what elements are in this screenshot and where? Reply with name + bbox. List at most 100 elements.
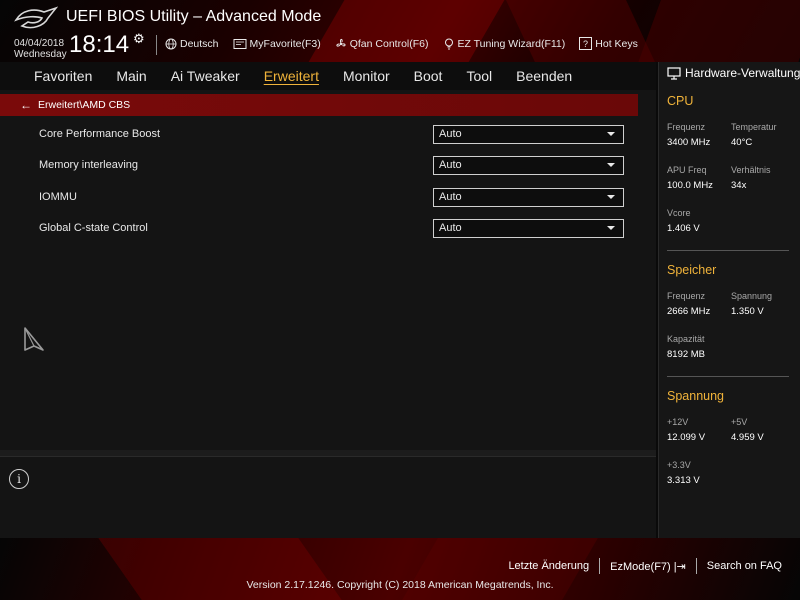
apu-freq-label: APU Freq	[667, 165, 707, 175]
myfavorite-label: MyFavorite(F3)	[249, 37, 321, 50]
fan-icon	[336, 38, 346, 47]
sidebar-divider	[667, 250, 789, 251]
help-icon: ?	[579, 37, 593, 50]
setting-label: IOMMU	[39, 191, 77, 203]
hot-keys-button[interactable]: ? Hot Keys	[579, 37, 638, 50]
vcore-label: Vcore	[667, 208, 691, 218]
iommu-select[interactable]: Auto	[433, 187, 624, 207]
setting-label: Global C-state Control	[39, 222, 148, 234]
qfan-label: Qfan Control(F6)	[349, 37, 429, 50]
memory-capacity-label: Kapazität	[667, 334, 705, 344]
setting-row-iommu: IOMMU Auto	[39, 187, 624, 207]
hardware-monitor-sidebar: Hardware-Verwaltung CPU Frequenz Tempera…	[658, 62, 800, 538]
v5-label: +5V	[731, 417, 748, 427]
svg-text:?: ?	[583, 39, 588, 49]
weekday-text: Wednesday	[14, 49, 67, 60]
cpu-temperature-value: 40°C	[731, 137, 753, 148]
setting-label: Core Performance Boost	[39, 128, 161, 140]
select-value: Auto	[439, 128, 462, 140]
memory-frequency-value: 2666 MHz	[667, 306, 711, 317]
language-label: Deutsch	[180, 37, 219, 50]
ez-tuning-label: EZ Tuning Wizard(F11)	[457, 37, 566, 50]
breadcrumb[interactable]: ← Erweitert\AMD CBS	[0, 94, 638, 116]
ez-tuning-wizard-button[interactable]: EZ Tuning Wizard(F11)	[443, 37, 566, 50]
core-performance-boost-select[interactable]: Auto	[433, 124, 624, 144]
dropdown-caret-icon	[607, 132, 615, 136]
header-divider	[156, 35, 157, 55]
exit-arrow-icon: |⇥	[673, 560, 686, 573]
date-text: 04/04/2018	[14, 38, 65, 49]
dropdown-caret-icon	[607, 226, 615, 230]
date-display: 04/04/2018 Wednesday	[14, 38, 67, 60]
qfan-control-button[interactable]: Qfan Control(F6)	[335, 37, 429, 50]
tab-monitor[interactable]: Monitor	[343, 68, 390, 84]
setting-label: Memory interleaving	[39, 159, 139, 171]
main-menu: Favoriten Main Ai Tweaker Erweitert Moni…	[0, 62, 656, 90]
help-panel: i	[0, 456, 656, 538]
header-toolbar: Deutsch MyFavorite(F3) Qfan Control(F6) …	[165, 37, 638, 50]
setting-row-core-performance-boost: Core Performance Boost Auto	[39, 124, 624, 144]
cpu-heading: CPU	[667, 94, 694, 108]
v5-value: 4.959 V	[731, 432, 764, 443]
version-text: Version 2.17.1246. Copyright (C) 2018 Am…	[246, 579, 554, 591]
setting-row-global-c-state-control: Global C-state Control Auto	[39, 218, 624, 238]
global-c-state-control-select[interactable]: Auto	[433, 218, 624, 238]
vcore-value: 1.406 V	[667, 223, 700, 234]
select-value: Auto	[439, 222, 462, 234]
mouse-cursor-icon	[24, 327, 44, 351]
select-value: Auto	[439, 191, 462, 203]
clock-settings-gear-icon[interactable]: ⚙	[133, 32, 145, 47]
hardware-monitor-label: Hardware-Verwaltung	[685, 66, 800, 80]
favorite-icon	[233, 38, 247, 49]
tab-erweitert[interactable]: Erweitert	[264, 68, 319, 84]
search-faq-button[interactable]: Search on FAQ	[697, 560, 792, 572]
back-arrow-icon[interactable]: ←	[20, 98, 32, 112]
globe-icon	[165, 38, 177, 49]
voltage-heading: Spannung	[667, 389, 725, 403]
memory-capacity-value: 8192 MB	[667, 349, 706, 360]
tab-tool[interactable]: Tool	[466, 68, 492, 84]
ezmode-label: EzMode(F7)	[610, 560, 671, 573]
dropdown-caret-icon	[607, 163, 615, 167]
myfavorite-button[interactable]: MyFavorite(F3)	[233, 37, 321, 50]
hardware-monitor-title: Hardware-Verwaltung	[667, 66, 800, 80]
apu-freq-value: 100.0 MHz	[667, 180, 713, 191]
title-bar: UEFI BIOS Utility – Advanced Mode 04/04/…	[0, 0, 800, 62]
v12-value: 12.099 V	[667, 432, 706, 443]
tab-favoriten[interactable]: Favoriten	[34, 68, 92, 84]
v33-label: +3.3V	[667, 460, 691, 470]
footer-links: Letzte Änderung EzMode(F7) |⇥ Search on F…	[498, 558, 792, 574]
dropdown-caret-icon	[607, 195, 615, 199]
v33-value: 3.313 V	[667, 475, 700, 486]
memory-frequency-label: Frequenz	[667, 291, 706, 301]
settings-panel: ← Erweitert\AMD CBS Core Performance Boo…	[0, 90, 656, 450]
cpu-ratio-value: 34x	[731, 180, 747, 191]
info-icon: i	[9, 469, 29, 489]
language-button[interactable]: Deutsch	[165, 37, 219, 50]
memory-heading: Speicher	[667, 263, 717, 277]
cpu-ratio-label: Verhältnis	[731, 165, 771, 175]
breadcrumb-path: Erweitert\AMD CBS	[38, 99, 131, 111]
rog-logo-icon	[14, 6, 58, 29]
tab-boot[interactable]: Boot	[414, 68, 443, 84]
ezmode-button[interactable]: EzMode(F7) |⇥	[600, 560, 696, 573]
tab-ai-tweaker[interactable]: Ai Tweaker	[171, 68, 240, 84]
select-value: Auto	[439, 159, 462, 171]
memory-voltage-value: 1.350 V	[731, 306, 764, 317]
tab-main[interactable]: Main	[116, 68, 146, 84]
cpu-frequency-label: Frequenz	[667, 122, 706, 132]
setting-row-memory-interleaving: Memory interleaving Auto	[39, 155, 624, 175]
last-change-button[interactable]: Letzte Änderung	[498, 560, 599, 572]
app-title: UEFI BIOS Utility – Advanced Mode	[66, 8, 322, 25]
clock-display[interactable]: 18:14	[69, 31, 129, 59]
cpu-frequency-value: 3400 MHz	[667, 137, 711, 148]
cpu-temperature-label: Temperatur	[731, 122, 777, 132]
footer-bar: Letzte Änderung EzMode(F7) |⇥ Search on F…	[0, 538, 800, 600]
hot-keys-label: Hot Keys	[595, 37, 638, 50]
tab-beenden[interactable]: Beenden	[516, 68, 572, 84]
sidebar-divider	[667, 376, 789, 377]
v12-label: +12V	[667, 417, 689, 427]
memory-voltage-label: Spannung	[731, 291, 773, 301]
memory-interleaving-select[interactable]: Auto	[433, 155, 624, 175]
lightbulb-icon	[444, 38, 453, 49]
